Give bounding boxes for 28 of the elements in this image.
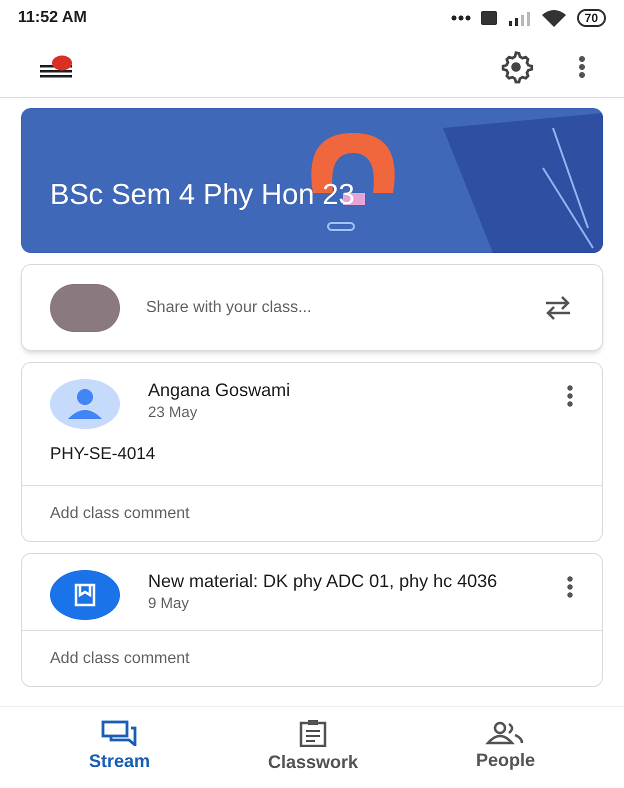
nav-tab[interactable]: People — [466, 721, 545, 774]
comment-field[interactable]: Add class comment — [50, 502, 190, 526]
comment-field[interactable]: Add class comment — [50, 646, 190, 670]
status-time: 11:52 AM — [18, 8, 87, 28]
menu-icon[interactable] — [38, 54, 74, 78]
more-options-icon[interactable] — [566, 576, 574, 598]
post-date: 9 May — [148, 594, 190, 614]
clipboard-icon — [298, 719, 328, 747]
people-icon — [485, 721, 526, 745]
post-title: Angana Goswami — [148, 379, 292, 401]
signal-icon — [506, 10, 531, 26]
person-avatar-icon — [50, 379, 120, 429]
share-card[interactable]: Share with your class... — [21, 264, 603, 351]
post-body: PHY-SE-4014 — [50, 444, 156, 463]
nav-tab[interactable]: Stream — [78, 720, 160, 775]
share-placeholder: Share with your class... — [146, 298, 312, 318]
more-dots-icon — [450, 15, 471, 21]
material-icon — [50, 570, 120, 620]
post-title: New material: DK phy ADC 01, phy hc 4036 — [148, 570, 498, 592]
volte-icon — [480, 11, 497, 25]
post-date: 23 May — [148, 403, 198, 423]
user-avatar — [50, 284, 120, 332]
battery-indicator: 70 — [576, 9, 606, 27]
more-options-icon[interactable] — [566, 385, 574, 407]
wifi-icon — [540, 9, 567, 27]
chat-bubbles-icon — [101, 720, 138, 746]
nav-tab[interactable]: Classwork — [258, 719, 368, 776]
more-options-icon[interactable] — [578, 54, 586, 78]
